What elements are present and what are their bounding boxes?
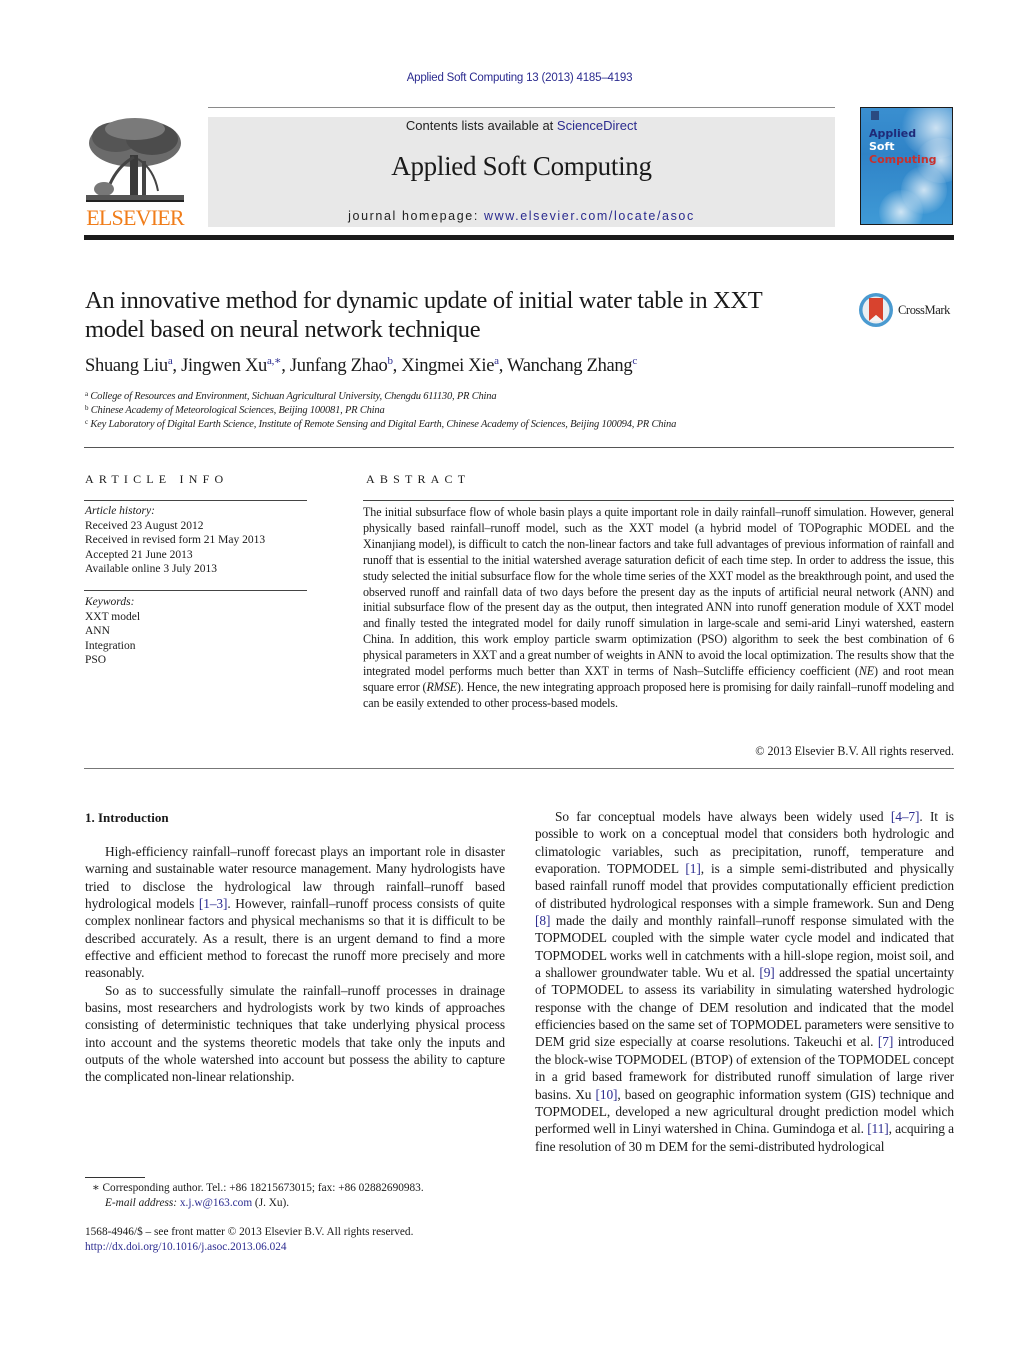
issn-block: 1568-4946/$ – see front matter © 2013 El… (85, 1225, 413, 1255)
journal-citation-link[interactable]: Applied Soft Computing 13 (2013) 4185–41… (0, 72, 1021, 84)
journal-homepage-line: journal homepage: www.elsevier.com/locat… (208, 209, 835, 223)
keyword-item: PSO (85, 654, 107, 666)
footnote-marker: ∗ (92, 1182, 100, 1194)
abstract-text: The initial subsurface flow of whole bas… (363, 505, 954, 710)
article-info-rule (84, 500, 307, 501)
cover-emblem-icon (871, 111, 879, 120)
abstract-copyright: © 2013 Elsevier B.V. All rights reserved… (755, 744, 954, 758)
abstract-end-rule (84, 768, 954, 769)
contents-prefix: Contents lists available at (405, 118, 557, 133)
article-history-label: Article history: (85, 505, 155, 517)
crossmark-badge[interactable]: CrossMark (858, 292, 958, 328)
author[interactable]: Wanchang Zhangc (507, 355, 637, 377)
cover-title-line1: Applied (869, 127, 917, 140)
keyword-item: ANN (85, 625, 110, 637)
affiliations: a College of Resources and Environment, … (85, 390, 676, 432)
author-affiliation-marker[interactable]: c (632, 355, 637, 367)
header-top-rule (208, 107, 835, 108)
email-link[interactable]: x.j.w@163.com (180, 1197, 252, 1209)
cover-title-line2: Soft (869, 140, 895, 153)
header-thick-rule (84, 235, 954, 240)
history-revised: Received in revised form 21 May 2013 (85, 534, 266, 546)
journal-header-banner: Contents lists available at ScienceDirec… (208, 117, 835, 227)
article-history: Article history: Received 23 August 2012… (85, 504, 265, 577)
author[interactable]: Junfang Zhaob, (290, 356, 401, 377)
history-accepted: Accepted 21 June 2013 (85, 548, 193, 561)
elsevier-wordmark: ELSEVIER (86, 205, 184, 230)
footnote-rule (85, 1177, 145, 1178)
cover-title-line3: Computing (869, 153, 937, 166)
keywords-label: Keywords: (85, 596, 135, 608)
elsevier-logo[interactable]: ELSEVIER (84, 117, 186, 230)
citation-link[interactable]: [4–7] (891, 809, 920, 824)
keyword-item: Integration (85, 639, 136, 652)
article-title: An innovative method for dynamic update … (85, 287, 762, 343)
crossmark-label: CrossMark (898, 303, 950, 317)
author[interactable]: Jingwen Xua,∗, (181, 355, 290, 377)
contents-availability-line: Contents lists available at ScienceDirec… (208, 118, 835, 133)
crossmark-icon (859, 293, 893, 327)
keywords-rule (84, 590, 307, 591)
body-paragraph: So far conceptual models have always bee… (535, 809, 954, 1154)
history-online: Available online 3 July 2013 (85, 563, 218, 575)
citation-link[interactable]: [11] (867, 1121, 889, 1136)
citation-link[interactable]: [10] (595, 1087, 617, 1102)
affiliation-rule (84, 447, 954, 448)
citation-link[interactable]: [8] (535, 913, 550, 928)
email-label: E-mail address: (105, 1197, 180, 1209)
body-paragraph: High-efficiency rainfall–runoff forecast… (85, 844, 506, 981)
abstract-heading: ABSTRACT (366, 472, 471, 486)
article-info-heading: ARTICLE INFO (85, 472, 229, 486)
affiliation-item: c Key Laboratory of Digital Earth Scienc… (85, 418, 677, 431)
author-affiliation-marker[interactable]: a,∗ (267, 355, 282, 367)
corresponding-author-footnote: ∗ Corresponding author. Tel.: +86 182156… (92, 1182, 424, 1209)
journal-cover-thumbnail[interactable]: Applied Soft Computing (860, 107, 953, 225)
abstract-rule (363, 500, 954, 501)
body-column-right: So far conceptual models have always bee… (535, 808, 954, 1155)
homepage-prefix: journal homepage: (348, 209, 484, 223)
keyword-item: XXT model (85, 610, 141, 623)
journal-homepage-link[interactable]: www.elsevier.com/locate/asoc (484, 209, 695, 223)
section-heading-introduction: 1. Introduction (85, 810, 169, 825)
citation-link[interactable]: [9] (759, 965, 774, 980)
keywords: Keywords: XXT model ANN Integration PSO (85, 595, 140, 668)
affiliation-item: b Chinese Academy of Meteorological Scie… (85, 404, 385, 417)
sciencedirect-link[interactable]: ScienceDirect (557, 118, 637, 133)
affiliation-item: a College of Resources and Environment, … (85, 390, 497, 403)
history-received: Received 23 August 2012 (85, 519, 204, 532)
doi-link[interactable]: http://dx.doi.org/10.1016/j.asoc.2013.06… (85, 1240, 413, 1255)
author[interactable]: Xingmei Xiea, (401, 356, 507, 377)
corresponding-author-text: Corresponding author. Tel.: +86 18215673… (102, 1182, 424, 1194)
author-list: Shuang Liua, Jingwen Xua,∗, Junfang Zhao… (85, 356, 637, 377)
citation-link[interactable]: [1] (685, 861, 700, 876)
issn-line: 1568-4946/$ – see front matter © 2013 El… (85, 1226, 414, 1238)
citation-link[interactable]: [7] (878, 1034, 893, 1049)
body-paragraph: So as to successfully simulate the rainf… (85, 982, 505, 1085)
elsevier-tree-icon (86, 118, 184, 202)
journal-name: Applied Soft Computing (391, 151, 652, 181)
body-column-left: High-efficiency rainfall–runoff forecast… (85, 843, 505, 1086)
author[interactable]: Shuang Liua, (85, 356, 181, 377)
citation-link[interactable]: [1–3] (199, 896, 228, 911)
